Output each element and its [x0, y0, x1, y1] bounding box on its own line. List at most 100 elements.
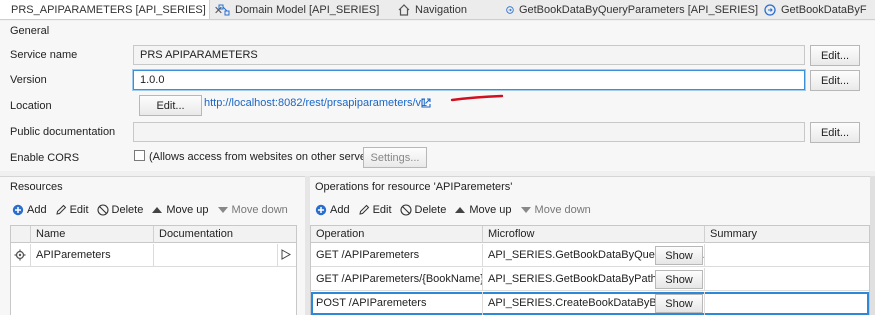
column-header-operation[interactable]: Operation [311, 226, 483, 243]
tab-getbookdatabyf[interactable]: GetBookDataByF [758, 0, 875, 19]
resources-move-up-button[interactable]: Move up [151, 204, 209, 216]
editor-tab-bar: PRS_APIPARAMETERS [API_SERIES] ✕ Domain … [0, 0, 875, 20]
arrow-up-icon [152, 207, 163, 213]
add-label: Add [330, 204, 350, 216]
operation-cell: POST /APIParemeters [311, 292, 483, 315]
operations-edit-button[interactable]: Edit [358, 204, 392, 216]
tab-navigation[interactable]: Navigation [392, 0, 500, 19]
home-icon [398, 4, 410, 16]
tab-label: Navigation [415, 4, 467, 16]
column-header-documentation[interactable]: Documentation [154, 226, 296, 243]
resources-panel: Resources Add Edit Delete Move up Move d… [0, 176, 305, 315]
version-field[interactable]: 1.0.0 [133, 70, 805, 90]
resource-documentation-cell [154, 244, 278, 267]
resources-edit-button[interactable]: Edit [55, 204, 89, 216]
location-edit-button[interactable]: Edit... [139, 95, 202, 116]
operation-cell: GET /APIParemeters [311, 244, 483, 267]
summary-cell [705, 292, 869, 315]
table-row[interactable]: APIParemeters [11, 244, 296, 267]
public-documentation-label: Public documentation [10, 126, 116, 138]
general-section: General Service name PRS APIPARAMETERS E… [0, 21, 875, 171]
table-row-selected[interactable]: POST /APIParemeters API_SERIES.CreateBoo… [311, 292, 869, 315]
enable-cors-checkbox[interactable] [134, 150, 145, 161]
version-label: Version [10, 74, 47, 86]
operations-move-down-button[interactable]: Move down [520, 204, 591, 216]
service-name-edit-button[interactable]: Edit... [810, 45, 860, 66]
operations-add-button[interactable]: Add [315, 204, 350, 216]
move-down-label: Move down [231, 204, 288, 216]
external-link-icon[interactable] [421, 98, 431, 108]
operations-grid: Operation Microflow Summary GET /APIPare… [310, 225, 870, 315]
operations-toolbar: Add Edit Delete Move up Move down [315, 204, 599, 216]
row-expand-cell[interactable] [278, 244, 296, 267]
row-icon-cell [11, 244, 31, 267]
domain-model-icon [218, 4, 230, 16]
arrow-down-icon [217, 207, 228, 213]
location-label: Location [10, 100, 52, 112]
add-icon [315, 204, 327, 216]
operations-move-up-button[interactable]: Move up [454, 204, 512, 216]
edit-label: Edit [372, 204, 392, 216]
tab-label: Domain Model [API_SERIES] [235, 4, 380, 16]
microflow-icon [506, 6, 514, 14]
play-arrow-icon [281, 249, 292, 260]
pencil-icon [55, 204, 66, 215]
location-url-link[interactable]: http://localhost:8082/rest/prsapiparamet… [204, 97, 427, 109]
table-row[interactable]: GET /APIParemeters/{BookName}/{Pri... AP… [311, 268, 869, 291]
version-edit-button[interactable]: Edit... [810, 70, 860, 91]
tab-label: PRS_APIPARAMETERS [API_SERIES] [11, 4, 206, 16]
red-underline-annotation [450, 94, 504, 102]
operations-title: Operations for resource 'APIParemeters' [315, 181, 513, 193]
gear-icon [14, 249, 26, 261]
delete-icon [96, 204, 109, 216]
operations-grid-header: Operation Microflow Summary [311, 226, 869, 243]
arrow-up-icon [455, 207, 466, 213]
table-row[interactable]: GET /APIParemeters API_SERIES.GetBookDat… [311, 244, 869, 267]
tab-label: GetBookDataByF [781, 4, 867, 16]
add-icon [12, 204, 24, 216]
edit-label: Edit [69, 204, 89, 216]
tab-label: GetBookDataByQueryParameters [API_SERIES… [518, 4, 758, 16]
pencil-icon [358, 204, 369, 215]
operations-delete-button[interactable]: Delete [399, 204, 447, 216]
service-name-label: Service name [10, 49, 78, 61]
resources-title: Resources [10, 181, 63, 193]
vertical-scrollbar[interactable] [870, 176, 875, 315]
microflow-icon [764, 4, 776, 16]
delete-label: Delete [111, 204, 144, 216]
public-documentation-field[interactable] [133, 122, 805, 142]
section-title-general: General [10, 25, 50, 37]
operation-cell: GET /APIParemeters/{BookName}/{Pri... [311, 268, 483, 291]
service-name-field[interactable]: PRS APIPARAMETERS [133, 45, 805, 65]
column-header-summary[interactable]: Summary [705, 226, 869, 243]
cors-settings-button[interactable]: Settings... [363, 147, 427, 168]
show-microflow-button[interactable]: Show [655, 246, 703, 265]
resources-toolbar: Add Edit Delete Move up Move down [12, 204, 296, 216]
resources-add-button[interactable]: Add [12, 204, 47, 216]
resources-delete-button[interactable]: Delete [96, 204, 144, 216]
column-header-microflow[interactable]: Microflow [483, 226, 705, 243]
summary-cell [705, 268, 869, 291]
arrow-down-icon [520, 207, 531, 213]
header-spacer [11, 226, 31, 243]
show-microflow-button[interactable]: Show [655, 270, 703, 289]
summary-cell [705, 244, 869, 267]
delete-label: Delete [414, 204, 447, 216]
tab-domain-model[interactable]: Domain Model [API_SERIES] [212, 0, 392, 19]
public-documentation-edit-button[interactable]: Edit... [810, 122, 860, 143]
operations-panel: Operations for resource 'APIParemeters' … [310, 176, 870, 315]
move-up-label: Move up [469, 204, 512, 216]
add-label: Add [27, 204, 47, 216]
column-header-name[interactable]: Name [31, 226, 154, 243]
resources-move-down-button[interactable]: Move down [217, 204, 288, 216]
enable-cors-description: (Allows access from websites on other se… [149, 151, 379, 163]
move-up-label: Move up [166, 204, 209, 216]
resource-name-cell: APIParemeters [31, 244, 154, 267]
show-microflow-button[interactable]: Show [655, 294, 703, 313]
resources-grid: Name Documentation APIParemeters [10, 225, 297, 315]
tab-prs-apiparameters[interactable]: PRS_APIPARAMETERS [API_SERIES] ✕ [0, 0, 223, 19]
resources-grid-header: Name Documentation [11, 226, 296, 243]
delete-icon [399, 204, 412, 216]
tab-getbookdatabyqueryparameters[interactable]: GetBookDataByQueryParameters [API_SERIES… [500, 0, 758, 19]
enable-cors-label: Enable CORS [10, 152, 80, 164]
